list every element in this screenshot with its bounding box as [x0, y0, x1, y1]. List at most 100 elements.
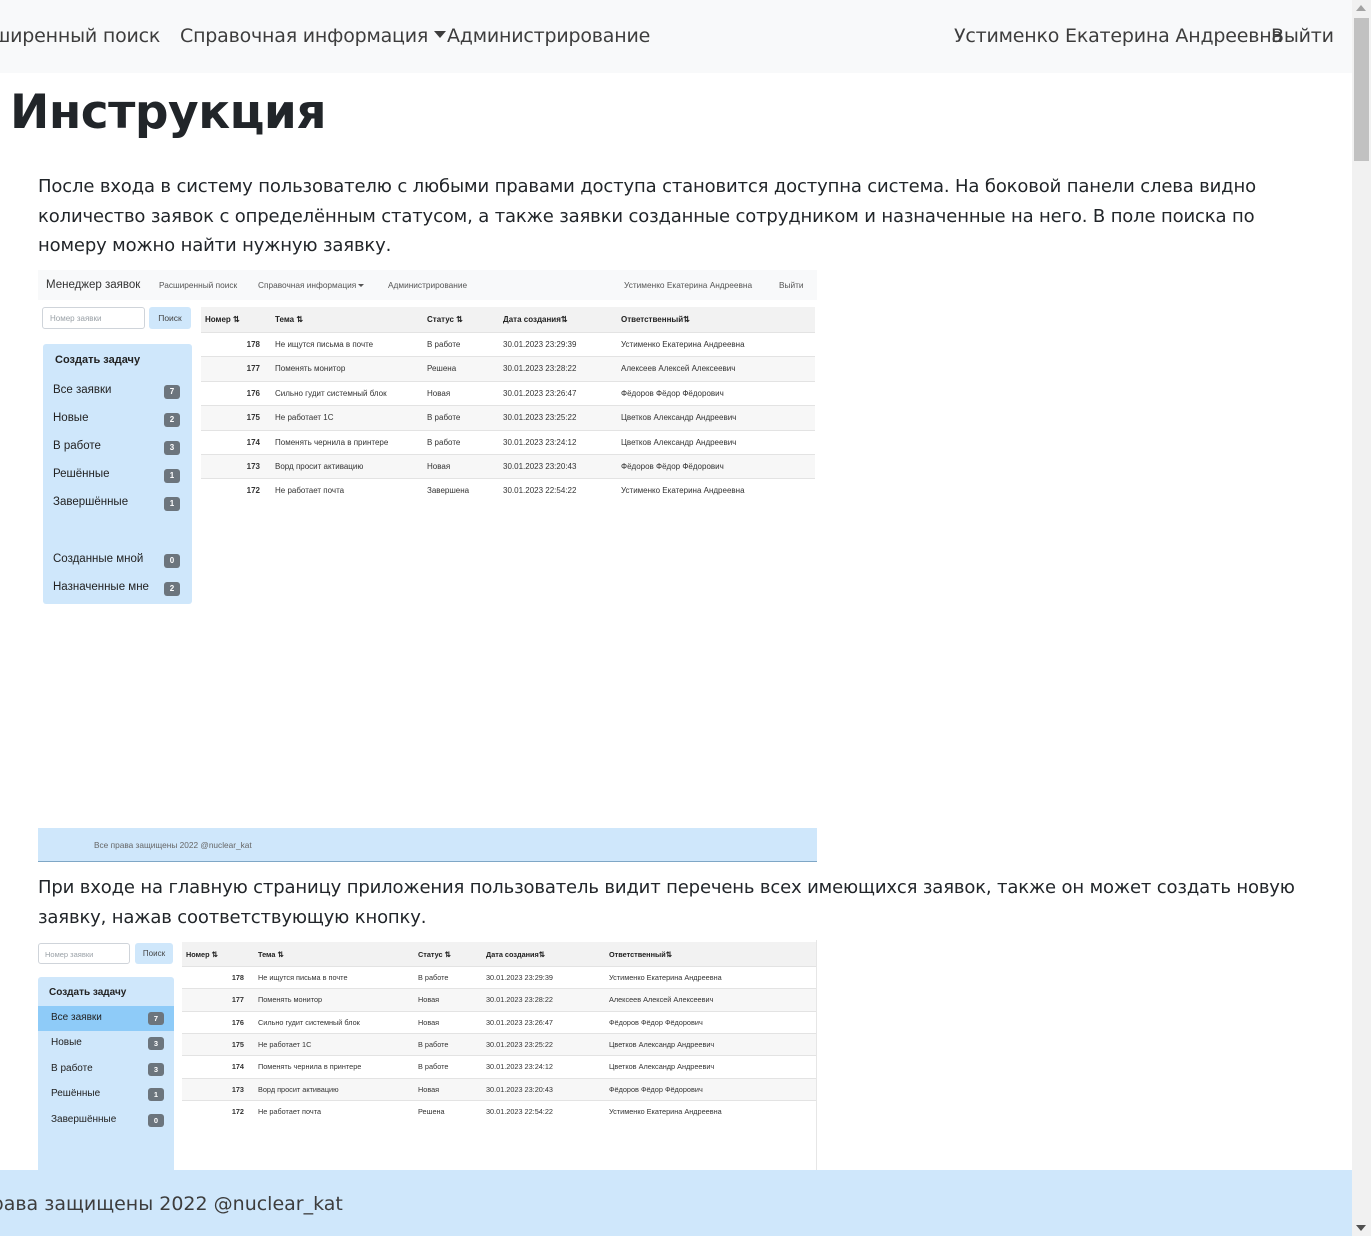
column-header: Дата создания⇅: [503, 315, 568, 324]
table-cell: Фёдоров Фёдор Фёдорович: [621, 388, 724, 398]
table-cell: 173: [246, 462, 260, 471]
table-cell: Поменять чернила в принтере: [258, 1062, 362, 1072]
table-cell: Новая: [427, 462, 451, 471]
sidebar-item-label: Все заявки: [53, 384, 112, 396]
count-badge: 7: [164, 385, 180, 399]
nav-administration[interactable]: Администрирование: [447, 25, 650, 47]
table-row: 177 Поменять монитор Решена 30.01.2023 23:2…: [201, 356, 815, 381]
count-badge: 0: [164, 554, 180, 568]
table-cell: Алексеев Алексей Алексеевич: [621, 364, 736, 374]
table-cell: Фёдоров Фёдор Фёдорович: [621, 462, 724, 471]
table-cell: В работе: [418, 1039, 449, 1049]
sidebar-item: Решённые 1: [38, 1082, 174, 1107]
table-cell: Завершена: [427, 486, 470, 496]
sidebar-item-label: Решённые: [51, 1088, 101, 1099]
sidebar-item: В работе 3: [38, 1057, 174, 1082]
table-cell: 176: [246, 388, 260, 398]
table-cell: 177: [246, 364, 260, 374]
count-badge: 0: [148, 1114, 164, 1127]
table-cell: 175: [231, 1039, 244, 1049]
table-cell: Фёдоров Фёдор Фёдорович: [609, 1017, 703, 1027]
table-cell: Не ищутся письма в почте: [275, 340, 374, 349]
table-cell: 30.01.2023 23:28:22: [503, 364, 577, 374]
column-header: Номер ⇅: [186, 950, 218, 959]
sidebar-item-label: Все заявки: [51, 1012, 102, 1023]
shot1-navbar: Менеджер заявок Расширенный поиск Справо…: [38, 270, 817, 300]
count-badge: 1: [164, 497, 180, 511]
sidebar-item: Все заявки 7: [38, 1006, 174, 1031]
table-cell: 30.01.2023 23:24:12: [486, 1062, 553, 1072]
table-cell: 174: [246, 437, 260, 447]
table-cell: Решена: [427, 364, 457, 374]
table-cell: 30.01.2023 23:26:47: [486, 1017, 553, 1027]
count-badge: 3: [148, 1037, 164, 1050]
count-badge: 3: [148, 1063, 164, 1076]
column-header: Номер ⇅: [205, 315, 240, 324]
table-cell: Цветков Александр Андреевич: [621, 413, 737, 423]
table-cell: Ворд просит активацию: [258, 1084, 339, 1094]
column-header: Дата создания⇅: [486, 950, 545, 959]
shot1-caret-down-icon: [358, 284, 365, 287]
table-cell: В работе: [427, 413, 461, 423]
table-cell: 178: [231, 973, 244, 982]
sidebar-item: Завершённые 1: [43, 492, 192, 516]
table-cell: В работе: [418, 1062, 449, 1072]
column-header: Ответственный⇅: [609, 950, 672, 959]
shot1-nav-administration: Администрирование: [388, 280, 468, 290]
instruction-screenshot-2: Номер заявки Поиск Создать задачу Все за…: [38, 940, 817, 1170]
sidebar-item-label: Решённые: [53, 468, 110, 480]
table-cell: 30.01.2023 23:20:43: [486, 1084, 553, 1094]
table-row: 178 Не ищутся письма в почте В работе 30.01…: [182, 966, 816, 988]
table-cell: Ворд просит активацию: [275, 462, 364, 471]
sidebar-item-label: Новые: [51, 1037, 82, 1048]
table-cell: Не работает 1С: [258, 1039, 312, 1049]
table-cell: Устименко Екатерина Андреевна: [609, 973, 722, 982]
table-cell: Решена: [418, 1106, 445, 1116]
table-row: 176 Сильно гудит системный блок Новая 30.01…: [182, 1010, 816, 1033]
table-cell: 30.01.2023 23:24:12: [503, 437, 577, 447]
table-row: 172 Не работает почта Решена 30.01.2023 22:…: [182, 1099, 816, 1122]
shot1-footer-text: Все права защищены 2022 @nuclear_kat: [94, 840, 252, 850]
scrollbar-thumb[interactable]: [1354, 18, 1369, 161]
table-cell: 174: [231, 1062, 244, 1072]
table-cell: 30.01.2023 23:20:43: [503, 462, 577, 471]
table-cell: Поменять монитор: [258, 995, 323, 1005]
scroll-up-arrow-icon[interactable]: [1356, 5, 1366, 11]
table-row: 174 Поменять чернила в принтере В работе 30…: [201, 429, 815, 454]
sidebar-item: В работе 3: [43, 436, 192, 460]
table-cell: 172: [231, 1106, 244, 1116]
shot1-nav-reference-label: Справочная информация: [258, 280, 357, 290]
top-navbar: Расширенный поиск Справочная информация …: [0, 0, 1352, 73]
count-badge: 2: [164, 413, 180, 427]
sidebar-item-label: Завершённые: [51, 1114, 117, 1125]
shot1-footer: Все права защищены 2022 @nuclear_kat: [38, 828, 817, 862]
table-cell: 30.01.2023 22:54:22: [486, 1106, 553, 1116]
shot1-nav-advanced-search: Расширенный поиск: [159, 280, 238, 290]
sidebar-item-label: В работе: [53, 440, 101, 452]
shot2-search-button: Поиск: [135, 943, 173, 964]
table-cell: Устименко Екатерина Андреевна: [621, 486, 745, 496]
page-footer: Все права защищены 2022 @nuclear_kat: [0, 1170, 1352, 1236]
table-row: 172 Не работает почта Завершена 30.01.2023 …: [201, 478, 815, 502]
sidebar-item: Все заявки 7: [43, 380, 192, 404]
nav-advanced-search[interactable]: Расширенный поиск: [0, 25, 160, 47]
nav-logout[interactable]: Выйти: [1271, 25, 1334, 47]
nav-reference-dropdown[interactable]: Справочная информация: [180, 25, 447, 47]
table-cell: Поменять чернила в принтере: [275, 437, 389, 447]
sidebar-item: Новые 2: [43, 408, 192, 432]
shot2-table: Номер ⇅ Тема ⇅ Статус ⇅ Дата создания⇅ Ответ…: [182, 942, 816, 1122]
table-cell: 30.01.2023 23:25:22: [503, 413, 577, 423]
instruction-screenshot-1: Менеджер заявок Расширенный поиск Справо…: [38, 270, 817, 862]
table-row: 175 Не работает 1С В работе 30.01.2023 23:2…: [182, 1032, 816, 1056]
table-cell: 176: [231, 1017, 244, 1027]
table-cell: 172: [246, 486, 260, 496]
nav-user-name[interactable]: Устименко Екатерина Андреевна: [954, 25, 1283, 47]
footer-text: Все права защищены 2022 @nuclear_kat: [0, 1193, 343, 1215]
scroll-down-arrow-icon[interactable]: [1356, 1225, 1366, 1231]
table-cell: Цветков Александр Андреевич: [621, 437, 737, 447]
table-cell: 173: [231, 1084, 244, 1094]
table-cell: В работе: [427, 340, 461, 349]
sidebar-item: Завершённые 0: [38, 1108, 174, 1133]
vertical-scrollbar[interactable]: [1352, 0, 1371, 1236]
count-badge: 3: [164, 441, 180, 455]
